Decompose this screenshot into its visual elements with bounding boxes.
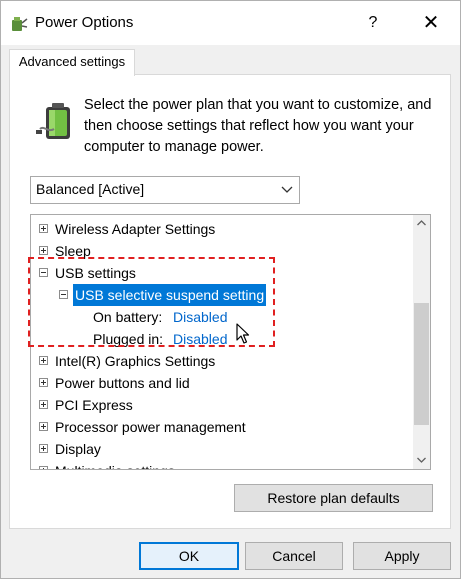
expand-plus-icon[interactable]: [39, 422, 48, 431]
on-battery-label: On battery:: [93, 309, 163, 325]
expand-plus-icon[interactable]: [39, 246, 48, 255]
scroll-thumb[interactable]: [414, 303, 429, 425]
expand-plus-icon[interactable]: [39, 466, 48, 469]
scroll-down-button[interactable]: [413, 452, 430, 469]
power-plan-value: Balanced [Active]: [36, 181, 145, 197]
expand-plus-icon[interactable]: [39, 224, 48, 233]
close-button[interactable]: ✕: [409, 9, 453, 37]
window-title: Power Options: [35, 14, 134, 31]
apply-button[interactable]: Apply: [353, 542, 451, 570]
chevron-down-icon: [417, 457, 426, 463]
expand-plus-icon[interactable]: [39, 356, 48, 365]
power-options-icon: [12, 17, 28, 31]
chevron-up-icon: [417, 220, 426, 226]
tree-scrollbar[interactable]: [413, 215, 430, 469]
expand-plus-icon[interactable]: [39, 444, 48, 453]
expand-plus-icon[interactable]: [39, 400, 48, 409]
settings-tree[interactable]: Wireless Adapter Settings Sleep USB sett…: [30, 214, 431, 470]
title-bar: Power Options ? ✕: [1, 1, 460, 45]
collapse-minus-icon[interactable]: [59, 290, 68, 299]
power-plan-select[interactable]: Balanced [Active]: [30, 176, 300, 204]
expand-plus-icon[interactable]: [39, 378, 48, 387]
mouse-cursor-icon: [236, 323, 250, 344]
chevron-down-icon: [281, 186, 293, 193]
ok-button[interactable]: OK: [139, 542, 239, 570]
collapse-minus-icon[interactable]: [39, 268, 48, 277]
advanced-settings-panel: Select the power plan that you want to c…: [9, 74, 451, 529]
help-button[interactable]: ?: [351, 9, 395, 37]
power-options-dialog: Power Options ? ✕ Advanced settings Sele…: [0, 0, 461, 579]
on-battery-value[interactable]: Disabled: [173, 306, 227, 328]
plugged-in-label: Plugged in:: [93, 331, 164, 347]
plugged-in-value[interactable]: Disabled: [173, 328, 227, 350]
cancel-button[interactable]: Cancel: [245, 542, 343, 570]
battery-power-icon: [36, 103, 70, 139]
scroll-up-button[interactable]: [413, 215, 430, 232]
restore-plan-defaults-button[interactable]: Restore plan defaults: [234, 484, 433, 512]
tab-advanced-settings[interactable]: Advanced settings: [9, 49, 135, 76]
plan-description: Select the power plan that you want to c…: [84, 97, 432, 155]
